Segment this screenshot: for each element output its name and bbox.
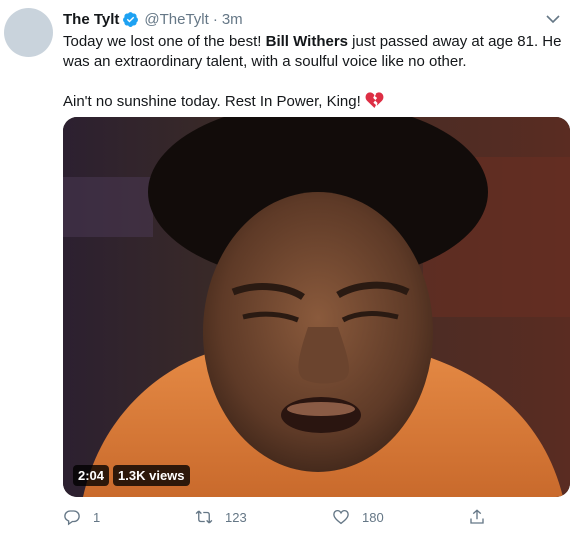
tweet-text-bold: Bill Withers — [265, 33, 349, 50]
share-icon — [470, 509, 484, 524]
reply-count: 1 — [93, 509, 101, 525]
like-button[interactable]: 180 — [332, 508, 384, 526]
video-thumbnail — [63, 117, 570, 497]
reply-icon — [64, 510, 80, 526]
retweet-count: 123 — [225, 509, 247, 525]
tweet-text-part: Ain't no sunshine today. Rest In Power, … — [63, 93, 361, 110]
video-player[interactable]: 2:04 1.3K views — [63, 117, 570, 497]
heart-icon — [333, 509, 349, 525]
tweet-text-paragraph-2: Ain't no sunshine today. Rest In Power, … — [63, 92, 565, 112]
avatar[interactable] — [4, 8, 53, 57]
tweet-text-paragraph-1: Today we lost one of the best! Bill With… — [63, 32, 565, 72]
tweet-timestamp[interactable]: 3m — [222, 11, 243, 28]
broken-heart-icon — [365, 92, 384, 109]
reply-button[interactable]: 1 — [63, 508, 100, 526]
video-duration: 2:04 — [73, 465, 110, 486]
like-count: 180 — [362, 509, 384, 525]
retweet-button[interactable]: 123 — [195, 508, 247, 526]
verified-icon — [122, 11, 139, 28]
share-button[interactable] — [468, 508, 486, 526]
separator-dot: · — [212, 10, 218, 28]
tweet-text-part: Today we lost one of the best! — [63, 33, 266, 50]
tweet-text: Today we lost one of the best! Bill With… — [63, 32, 565, 112]
retweet-icon — [195, 510, 213, 524]
video-badges: 2:04 1.3K views — [73, 465, 190, 486]
tweet-actions: 1 123 180 — [63, 508, 503, 528]
author-handle[interactable]: @TheTylt — [144, 11, 208, 28]
chevron-down-icon[interactable] — [544, 12, 562, 26]
author-name[interactable]: The Tylt — [63, 11, 119, 28]
video-views: 1.3K views — [113, 465, 190, 486]
tweet-header: The Tylt @TheTylt · 3m — [63, 9, 568, 29]
